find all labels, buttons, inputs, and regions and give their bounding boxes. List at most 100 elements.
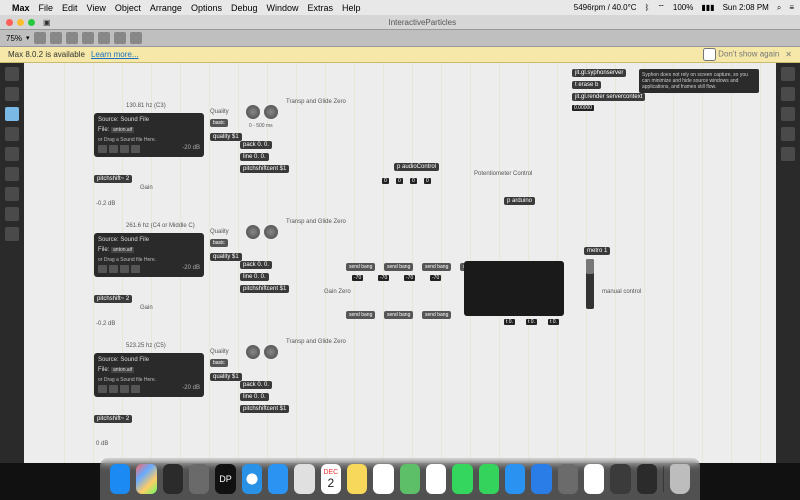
number-box[interactable]: 0 [396,178,403,184]
dock-app-mail[interactable] [268,464,288,494]
patcher-canvas[interactable]: jit.gl.syphonserver t erase b jit.gl.ren… [24,63,776,463]
menu-edit[interactable]: Edit [62,3,78,13]
dial[interactable] [264,345,278,359]
dock-app-calendar[interactable]: DEC2 [321,464,341,494]
sound-file-module[interactable]: Source: Sound File File: anton.aif or Dr… [94,233,204,277]
dock-app-max[interactable] [610,464,630,494]
dock-app-launchpad[interactable] [136,464,156,494]
dock-app-shazam[interactable] [531,464,551,494]
menu-object[interactable]: Object [115,3,141,13]
dont-show-again[interactable]: Don't show again [703,48,779,61]
toolbar-button[interactable] [98,32,110,44]
dock-app-finder[interactable] [110,464,130,494]
zoom-level[interactable]: 75% [6,34,22,43]
object-box[interactable]: metro 1 [584,247,610,255]
vol-button[interactable] [131,145,140,153]
subpatcher-box[interactable]: p audioControl [394,163,439,171]
object-box[interactable]: jit.gl.syphonserver [572,69,626,77]
dock-app-appstore[interactable] [505,464,525,494]
toolbar-button[interactable] [50,32,62,44]
menu-options[interactable]: Options [191,3,222,13]
dock-app-dp[interactable]: DP [215,464,235,494]
dock-app-settings[interactable] [189,464,209,494]
object-box[interactable]: pitchshift~ 2 [94,295,132,303]
object-box[interactable]: pitchshiftcent $1 [240,285,289,293]
menu-arrange[interactable]: Arrange [150,3,182,13]
number-box[interactable]: 0.00000 [572,105,594,111]
menu-help[interactable]: Help [342,3,361,13]
number-box[interactable]: -70 [378,275,389,281]
inspector-item[interactable] [781,107,795,121]
quality-dropdown[interactable]: basic [210,239,228,247]
dock-app-prefs[interactable] [558,464,578,494]
dock-app-safari[interactable] [242,464,262,494]
inspector-item[interactable] [781,87,795,101]
dock-app-reminders[interactable] [373,464,393,494]
menu-file[interactable]: File [39,3,54,13]
send-bang[interactable]: send bang [422,263,451,271]
dock-trash[interactable] [670,464,690,494]
palette-item[interactable] [5,87,19,101]
dial[interactable] [246,345,260,359]
object-box[interactable]: pack 0. 0. [240,261,272,269]
number-box[interactable]: t 0. [526,319,537,325]
spotlight-icon[interactable]: ⌕ [777,3,781,13]
palette-item[interactable] [5,167,19,181]
message-box[interactable]: quality $1 [210,373,242,381]
loop-button[interactable] [120,265,129,273]
object-box[interactable]: line 0. 0. [240,153,269,161]
palette-item[interactable] [5,227,19,241]
notification-center-icon[interactable]: ≡ [789,3,794,12]
learn-more-link[interactable]: Learn more... [91,50,139,59]
palette-item[interactable] [5,67,19,81]
object-box[interactable]: line 0. 0. [240,273,269,281]
dial[interactable] [246,105,260,119]
object-box[interactable]: pitchshift~ 2 [94,415,132,423]
toolbar-button[interactable] [130,32,142,44]
dock-app-facetime[interactable] [479,464,499,494]
toolbar-button[interactable] [82,32,94,44]
dock-app-photos[interactable] [426,464,446,494]
menu-window[interactable]: Window [267,3,299,13]
inspector-item[interactable] [781,147,795,161]
system-stats[interactable]: 5496rpm / 40.0°C [574,3,637,12]
clock[interactable]: Sun 2:08 PM [723,3,769,12]
lock-icon[interactable]: ▣ [43,18,51,27]
inspector-item[interactable] [781,67,795,81]
number-box[interactable]: -70 [404,275,415,281]
wifi-icon[interactable]: ⌔ [657,3,665,13]
window-minimize-button[interactable] [17,19,24,26]
sound-file-module[interactable]: Source: Sound File File: anton.aif or Dr… [94,353,204,397]
menu-debug[interactable]: Debug [231,3,258,13]
palette-item[interactable] [5,147,19,161]
window-maximize-button[interactable] [28,19,35,26]
play-button[interactable] [98,385,107,393]
number-box[interactable]: -70 [352,275,363,281]
menu-extras[interactable]: Extras [308,3,334,13]
toolbar-button[interactable] [34,32,46,44]
toolbar-button[interactable] [66,32,78,44]
number-box[interactable]: t 0. [548,319,559,325]
object-box[interactable]: pitchshiftcent $1 [240,165,289,173]
quality-dropdown[interactable]: basic [210,119,228,127]
dial[interactable] [264,105,278,119]
scope-display[interactable] [464,261,564,316]
slider[interactable] [586,259,594,309]
send-bang[interactable]: send bang [384,263,413,271]
palette-item[interactable] [5,127,19,141]
send-bang[interactable]: send bang [346,311,375,319]
window-close-button[interactable] [6,19,13,26]
play-button[interactable] [98,265,107,273]
bluetooth-icon[interactable]: ᛒ [645,3,650,12]
number-box[interactable]: 0 [382,178,389,184]
inspector-item[interactable] [781,127,795,141]
send-bang[interactable]: send bang [384,311,413,319]
message-box[interactable]: quality $1 [210,133,242,141]
dial[interactable] [264,225,278,239]
subpatcher-box[interactable]: p arduino [504,197,535,205]
sound-file-module[interactable]: Source: Sound File File: anton.aif or Dr… [94,113,204,157]
dock-app-maps[interactable] [400,464,420,494]
object-box[interactable]: line 0. 0. [240,393,269,401]
palette-item[interactable] [5,107,19,121]
quality-dropdown[interactable]: basic [210,359,228,367]
